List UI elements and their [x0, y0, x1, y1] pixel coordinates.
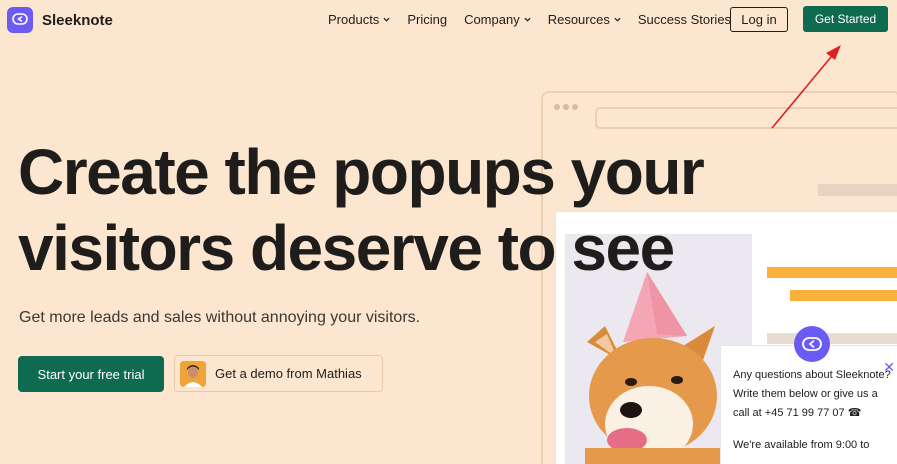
- get-started-button[interactable]: Get Started: [803, 6, 888, 32]
- browser-address-bar: [595, 107, 897, 129]
- nav-item-success-stories[interactable]: Success Stories: [638, 12, 731, 27]
- window-dot-icon: [563, 104, 569, 110]
- chat-widget-panel[interactable]: ✕ Any questions about Sleeknote? Write t…: [720, 345, 897, 464]
- brand-name: Sleeknote: [42, 11, 113, 29]
- nav-item-label: Resources: [547, 12, 610, 27]
- chat-launcher-icon[interactable]: [794, 326, 830, 362]
- chat-bubble-icon: [7, 7, 33, 33]
- chat-message-line: Any questions about Sleeknote?: [733, 369, 891, 381]
- chat-message-line: Write them below or give us a: [733, 388, 878, 400]
- top-nav: Sleeknote Products Pricing Company Resou…: [0, 0, 897, 40]
- chevron-down-icon: [524, 17, 531, 22]
- window-dot-icon: [554, 104, 560, 110]
- hero-subtitle: Get more leads and sales without annoyin…: [19, 309, 421, 326]
- hero-title-line: visitors deserve to see: [18, 212, 675, 284]
- get-demo-button[interactable]: Get a demo from Mathias: [174, 355, 383, 392]
- nav-item-label: Success Stories: [637, 12, 732, 27]
- close-icon[interactable]: ✕: [883, 360, 895, 374]
- main-menu: Products Pricing Company Resources Succe…: [328, 12, 748, 27]
- chat-phone-text: call at +45 71 99 77 07: [733, 407, 845, 419]
- phone-icon: ☎: [847, 407, 862, 419]
- placeholder-bar: [790, 290, 897, 301]
- placeholder-bar: [767, 267, 897, 278]
- window-dot-icon: [572, 104, 578, 110]
- chat-spacer: [733, 423, 891, 436]
- avatar: [180, 360, 206, 387]
- placeholder-bar: [767, 333, 897, 344]
- chat-message-line: We're available from 9:00 to: [733, 439, 870, 451]
- start-free-trial-button[interactable]: Start your free trial: [18, 356, 164, 392]
- hero-title-line: Create the popups your: [18, 136, 705, 208]
- nav-item-label: Pricing: [407, 12, 448, 27]
- nav-item-pricing[interactable]: Pricing: [407, 12, 447, 27]
- chat-message-line: call at +45 71 99 77 07 ☎: [733, 404, 891, 423]
- brand-logo[interactable]: Sleeknote: [7, 7, 113, 33]
- login-button[interactable]: Log in: [730, 7, 788, 32]
- nav-item-company[interactable]: Company: [464, 12, 531, 27]
- nav-item-resources[interactable]: Resources: [548, 12, 621, 27]
- placeholder-bar: [818, 184, 897, 196]
- hero-title: Create the popups your visitors deserve …: [18, 134, 718, 286]
- chevron-down-icon: [383, 17, 390, 22]
- nav-item-label: Company: [464, 12, 520, 27]
- chevron-down-icon: [614, 17, 621, 22]
- get-demo-label: Get a demo from Mathias: [215, 366, 362, 381]
- nav-item-label: Products: [328, 12, 380, 27]
- nav-item-products[interactable]: Products: [328, 12, 390, 27]
